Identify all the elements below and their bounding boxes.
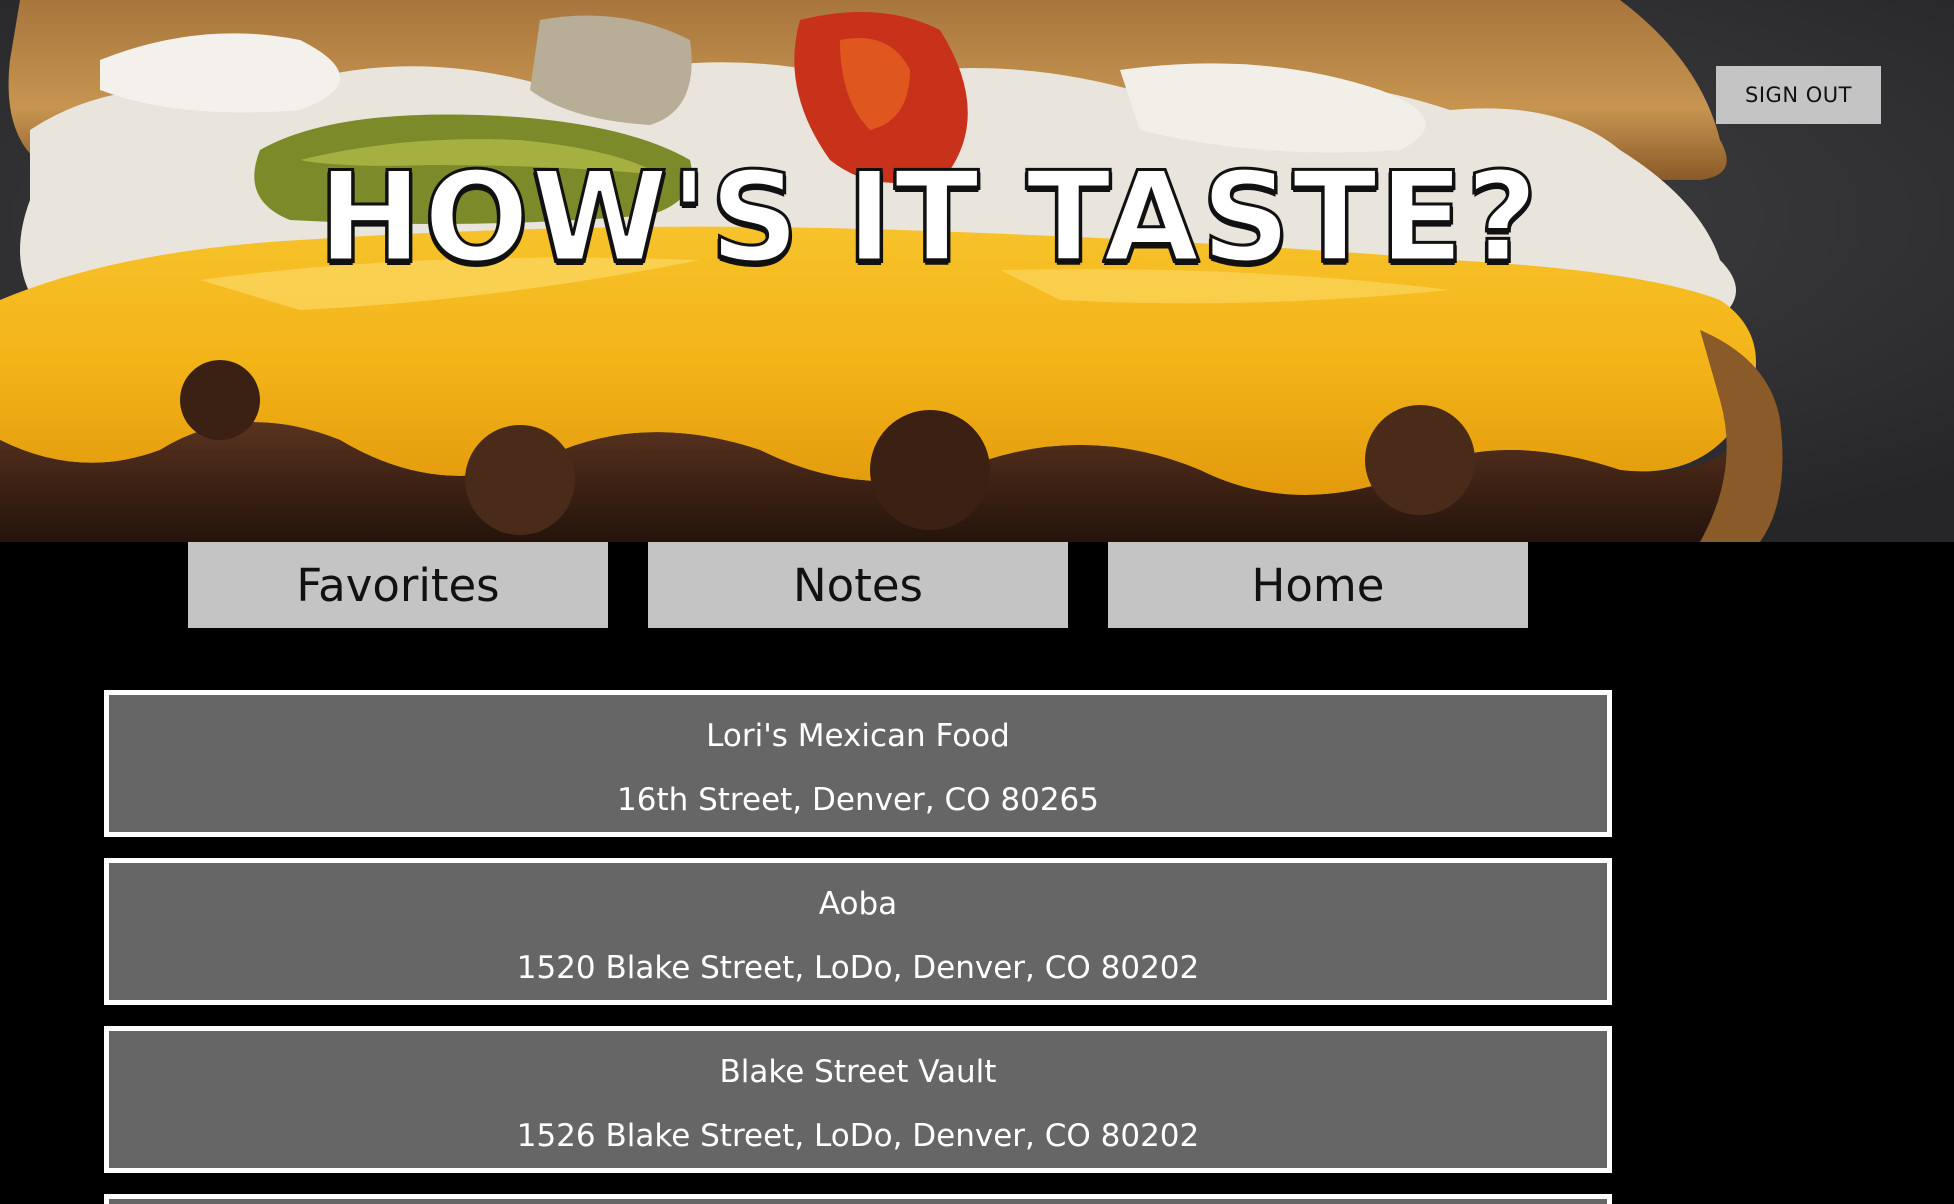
restaurant-list: Lori's Mexican Food 16th Street, Denver,… bbox=[104, 690, 1612, 1204]
nav-home-button[interactable]: Home bbox=[1108, 542, 1528, 628]
restaurant-card[interactable]: Aoba 1520 Blake Street, LoDo, Denver, CO… bbox=[104, 858, 1612, 1005]
restaurant-name: Lori's Mexican Food bbox=[706, 718, 1010, 754]
restaurant-card-partial[interactable] bbox=[104, 1194, 1612, 1204]
restaurant-name: Blake Street Vault bbox=[719, 1054, 997, 1090]
restaurant-address: 1526 Blake Street, LoDo, Denver, CO 8020… bbox=[516, 1118, 1200, 1154]
restaurant-card[interactable]: Blake Street Vault 1526 Blake Street, Lo… bbox=[104, 1026, 1612, 1173]
restaurant-address: 16th Street, Denver, CO 80265 bbox=[617, 782, 1099, 818]
page: HOW'S IT TASTE? SIGN OUT Favorites Notes… bbox=[0, 0, 1954, 1204]
nav-notes-button[interactable]: Notes bbox=[648, 542, 1068, 628]
app-title: HOW'S IT TASTE? bbox=[317, 146, 1540, 290]
nav-favorites-button[interactable]: Favorites bbox=[188, 542, 608, 628]
restaurant-card[interactable]: Lori's Mexican Food 16th Street, Denver,… bbox=[104, 690, 1612, 837]
restaurant-name: Aoba bbox=[818, 886, 898, 922]
restaurant-address: 1520 Blake Street, LoDo, Denver, CO 8020… bbox=[516, 950, 1200, 986]
hero-banner: HOW'S IT TASTE? SIGN OUT bbox=[0, 0, 1954, 542]
sign-out-button[interactable]: SIGN OUT bbox=[1716, 66, 1881, 124]
